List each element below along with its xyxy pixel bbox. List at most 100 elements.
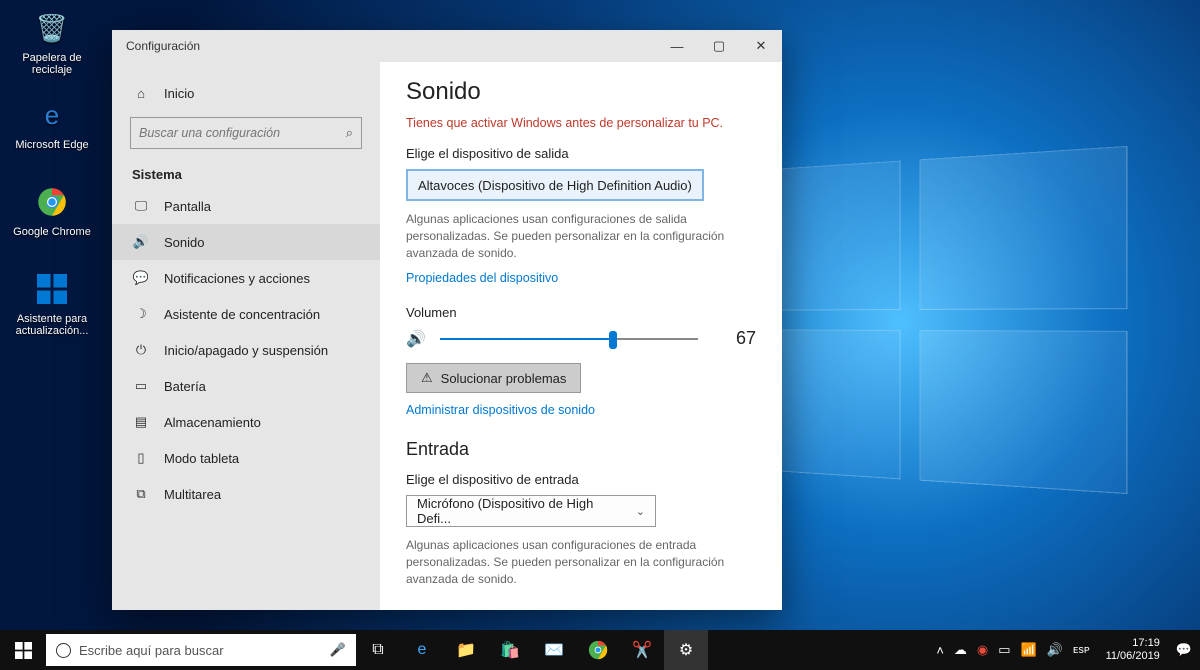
sidebar-item-label: Notificaciones y acciones: [164, 271, 310, 286]
battery-icon: ▭: [132, 378, 150, 394]
power-icon: ⏻: [132, 342, 150, 358]
output-device-select[interactable]: Altavoces (Dispositivo de High Definitio…: [406, 169, 704, 201]
taskbar-search[interactable]: Escribe aquí para buscar 🎤: [46, 634, 356, 666]
output-device-value: Altavoces (Dispositivo de High Definitio…: [418, 178, 692, 193]
taskbar-date: 11/06/2019: [1106, 650, 1160, 663]
input-hint: Algunas aplicaciones usan configuracione…: [406, 537, 756, 587]
sidebar-item-label: Almacenamiento: [164, 415, 261, 430]
sidebar-item-label: Modo tableta: [164, 451, 239, 466]
chrome-icon: [32, 182, 72, 222]
sound-icon: 🔊: [132, 234, 150, 250]
chevron-down-icon: ⌄: [636, 505, 645, 518]
troubleshoot-label: Solucionar problemas: [441, 371, 567, 386]
sidebar-item-storage[interactable]: ▤ Almacenamiento: [112, 404, 380, 440]
start-button[interactable]: [0, 630, 46, 670]
sidebar-home[interactable]: ⌂ Inicio: [112, 76, 380, 111]
taskbar-chrome[interactable]: [576, 630, 620, 670]
window-titlebar[interactable]: Configuración — ▢ ✕: [112, 30, 782, 62]
settings-search[interactable]: ⌕: [130, 117, 362, 149]
sidebar-item-label: Sonido: [164, 235, 204, 250]
sidebar-item-label: Asistente de concentración: [164, 307, 320, 322]
speaker-icon[interactable]: 🔊: [406, 329, 426, 349]
page-title: Sonido: [406, 78, 756, 106]
output-hint: Algunas aplicaciones usan configuracione…: [406, 211, 756, 261]
troubleshoot-button[interactable]: ⚠ Solucionar problemas: [406, 363, 581, 393]
taskbar: Escribe aquí para buscar 🎤 ⧉ e 📁 🛍️ ✉️ ✂…: [0, 630, 1200, 670]
settings-sidebar: ⌂ Inicio ⌕ Sistema 🖵 Pantalla 🔊 Sonido 💬…: [112, 62, 380, 610]
sidebar-item-label: Pantalla: [164, 199, 211, 214]
cortana-icon: [56, 643, 71, 658]
microphone-icon: 🎤: [330, 642, 346, 658]
sidebar-home-label: Inicio: [164, 86, 194, 101]
sidebar-item-battery[interactable]: ▭ Batería: [112, 368, 380, 404]
settings-window: Configuración — ▢ ✕ ⌂ Inicio ⌕ Sistema 🖵…: [112, 30, 782, 610]
desktop-icon-label: Google Chrome: [10, 226, 94, 238]
input-section-heading: Entrada: [406, 439, 756, 460]
taskbar-settings[interactable]: ⚙: [664, 630, 708, 670]
action-center-icon[interactable]: 💬: [1176, 642, 1192, 658]
window-minimize-button[interactable]: —: [656, 30, 698, 62]
tray-app-icon[interactable]: ◉: [977, 642, 988, 658]
tray-chevron-up-icon[interactable]: ˄: [936, 643, 944, 658]
taskbar-time: 17:19: [1106, 637, 1160, 650]
windows-update-icon: [32, 269, 72, 309]
display-icon: 🖵: [132, 198, 150, 214]
recycle-bin-icon: 🗑️: [32, 8, 72, 48]
edge-icon: e: [32, 95, 72, 135]
desktop-icon-edge[interactable]: e Microsoft Edge: [10, 95, 94, 151]
tablet-icon: ▯: [132, 450, 150, 466]
sidebar-item-tablet-mode[interactable]: ▯ Modo tableta: [112, 440, 380, 476]
settings-content: Sonido Tienes que activar Windows antes …: [380, 62, 782, 610]
window-maximize-button[interactable]: ▢: [698, 30, 740, 62]
volume-value: 67: [736, 328, 756, 349]
tray-volume-icon[interactable]: 🔊: [1047, 642, 1063, 658]
window-close-button[interactable]: ✕: [740, 30, 782, 62]
input-device-value: Micrófono (Dispositivo de High Defi...: [417, 496, 624, 526]
sidebar-item-label: Batería: [164, 379, 206, 394]
desktop-icon-update-assistant[interactable]: Asistente para actualización...: [10, 269, 94, 337]
input-device-label: Elige el dispositivo de entrada: [406, 472, 756, 487]
taskbar-search-placeholder: Escribe aquí para buscar: [79, 643, 224, 658]
storage-icon: ▤: [132, 414, 150, 430]
taskbar-edge[interactable]: e: [400, 630, 444, 670]
manage-sound-devices-link[interactable]: Administrar dispositivos de sonido: [406, 403, 595, 417]
search-icon: ⌕: [346, 125, 353, 141]
taskbar-snipping[interactable]: ✂️: [620, 630, 664, 670]
task-view-button[interactable]: ⧉: [356, 630, 400, 670]
desktop-icon-label: Microsoft Edge: [10, 139, 94, 151]
tray-battery-icon[interactable]: ▭: [998, 642, 1010, 658]
sidebar-item-notifications[interactable]: 💬 Notificaciones y acciones: [112, 260, 380, 296]
multitasking-icon: ⧉: [132, 486, 150, 502]
taskbar-file-explorer[interactable]: 📁: [444, 630, 488, 670]
window-title: Configuración: [126, 39, 200, 53]
desktop-icon-label: Asistente para actualización...: [10, 313, 94, 337]
sidebar-item-multitasking[interactable]: ⧉ Multitarea: [112, 476, 380, 512]
home-icon: ⌂: [132, 86, 150, 101]
system-tray: ˄ ☁ ◉ ▭ 📶 🔊 ᴇsᴘ 17:19 11/06/2019 💬: [936, 637, 1200, 663]
taskbar-mail[interactable]: ✉️: [532, 630, 576, 670]
taskbar-clock[interactable]: 17:19 11/06/2019: [1100, 637, 1166, 663]
input-device-select[interactable]: Micrófono (Dispositivo de High Defi... ⌄: [406, 495, 656, 527]
volume-label: Volumen: [406, 305, 756, 320]
tray-onedrive-icon[interactable]: ☁: [954, 642, 967, 658]
settings-search-input[interactable]: [139, 126, 346, 140]
volume-slider[interactable]: [440, 329, 698, 349]
notifications-icon: 💬: [132, 270, 150, 286]
desktop-icon-chrome[interactable]: Google Chrome: [10, 182, 94, 238]
moon-icon: ☽: [132, 306, 150, 322]
tray-language-icon[interactable]: ᴇsᴘ: [1073, 644, 1090, 656]
sidebar-item-power[interactable]: ⏻ Inicio/apagado y suspensión: [112, 332, 380, 368]
sidebar-item-label: Inicio/apagado y suspensión: [164, 343, 328, 358]
output-device-label: Elige el dispositivo de salida: [406, 146, 756, 161]
desktop-icon-label: Papelera de reciclaje: [10, 52, 94, 76]
desktop-icon-recycle-bin[interactable]: 🗑️ Papelera de reciclaje: [10, 8, 94, 76]
sidebar-item-display[interactable]: 🖵 Pantalla: [112, 188, 380, 224]
device-properties-link[interactable]: Propiedades del dispositivo: [406, 271, 558, 285]
activation-warning: Tienes que activar Windows antes de pers…: [406, 116, 756, 130]
taskbar-store[interactable]: 🛍️: [488, 630, 532, 670]
warning-icon: ⚠: [421, 370, 433, 386]
sidebar-item-sound[interactable]: 🔊 Sonido: [112, 224, 380, 260]
sidebar-item-focus-assist[interactable]: ☽ Asistente de concentración: [112, 296, 380, 332]
sidebar-item-label: Multitarea: [164, 487, 221, 502]
tray-wifi-icon[interactable]: 📶: [1021, 642, 1037, 658]
